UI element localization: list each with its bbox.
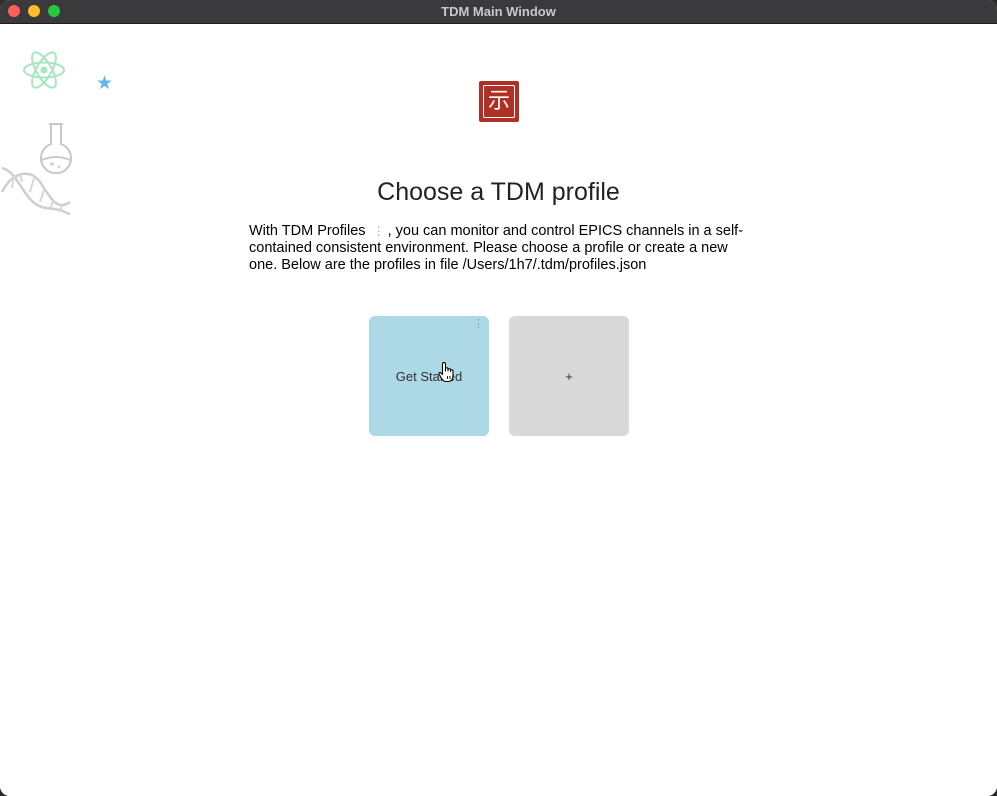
atom-icon — [23, 51, 65, 89]
page-heading: Choose a TDM profile — [377, 178, 620, 206]
main-window: TDM Main Window ★ 示 Choose a TDM profile… — [0, 0, 997, 796]
description-text: With TDM Profiles ⋮, you can monitor and… — [249, 223, 749, 274]
profiles-menu-icon: ⋮ — [372, 224, 385, 238]
add-profile-button[interactable]: + — [509, 316, 629, 436]
main-content: ★ 示 Choose a TDM profile With TDM Profil… — [0, 24, 997, 796]
window-title: TDM Main Window — [441, 4, 556, 19]
profile-card-menu-icon[interactable]: ⋮ — [473, 318, 484, 330]
hand-pointer-icon — [438, 361, 454, 383]
tdm-logo: 示 — [479, 81, 519, 122]
star-icon: ★ — [96, 73, 114, 94]
profile-card-get-started[interactable]: ⋮ Get Started — [369, 316, 489, 436]
plus-icon: + — [565, 368, 573, 384]
description-part-1: With TDM Profiles — [249, 223, 366, 239]
title-bar[interactable]: TDM Main Window — [0, 0, 997, 24]
logo-glyph: 示 — [483, 85, 515, 118]
